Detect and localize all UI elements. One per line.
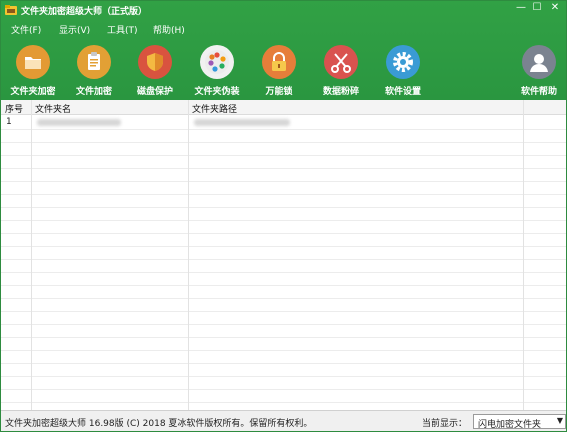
display-select-value: 闪电加密文件夹 bbox=[478, 420, 542, 430]
row-divider bbox=[1, 389, 566, 390]
menu-view[interactable]: 显示(V) bbox=[59, 23, 90, 36]
titlebar: 文件夹加密超级大师（正式版） — ☐ ✕ bbox=[1, 1, 566, 19]
colorwheel-icon bbox=[200, 45, 234, 79]
help-button[interactable]: 软件帮助 bbox=[507, 43, 567, 99]
copyright-text: 文件夹加密超级大师 16.98版 (C) 2018 夏冰软件版权所有。保留所有权… bbox=[5, 419, 313, 429]
status-bar: 文件夹加密超级大师 16.98版 (C) 2018 夏冰软件版权所有。保留所有权… bbox=[1, 410, 566, 431]
toolbar: 文件夹加密 文件加密 磁盘保护 文件夹伪装 万能锁 数据粉碎 软件设置 软件帮助 bbox=[1, 43, 566, 99]
menu-tools[interactable]: 工具(T) bbox=[107, 23, 138, 36]
column-divider bbox=[31, 100, 32, 418]
display-label: 当前显示： bbox=[422, 419, 468, 429]
app-logo-icon bbox=[5, 5, 17, 15]
row-divider bbox=[1, 142, 566, 143]
settings-button[interactable]: 软件设置 bbox=[371, 43, 435, 99]
row-divider bbox=[1, 246, 566, 247]
settings-label: 软件设置 bbox=[384, 87, 421, 97]
row-divider bbox=[1, 233, 566, 234]
row-index: 1 bbox=[6, 117, 12, 127]
row-path-blurred bbox=[194, 119, 290, 126]
row-name-blurred bbox=[37, 119, 121, 126]
gear-icon bbox=[386, 45, 420, 79]
minimize-button[interactable]: — bbox=[513, 1, 529, 17]
maximize-button[interactable]: ☐ bbox=[529, 1, 545, 17]
column-header-path[interactable]: 文件夹路径 bbox=[192, 102, 237, 115]
window-title: 文件夹加密超级大师（正式版） bbox=[21, 7, 148, 17]
column-header-index[interactable]: 序号 bbox=[5, 102, 23, 115]
menu-help[interactable]: 帮助(H) bbox=[153, 23, 185, 36]
chevron-down-icon: ▼ bbox=[556, 416, 563, 425]
app-window: 文件夹加密超级大师（正式版） — ☐ ✕ 文件(F) 显示(V) 工具(T) 帮… bbox=[0, 0, 567, 432]
folder-icon bbox=[16, 45, 50, 79]
row-divider bbox=[1, 129, 566, 130]
row-divider bbox=[1, 337, 566, 338]
help-label: 软件帮助 bbox=[520, 87, 557, 97]
row-divider bbox=[1, 363, 566, 364]
close-button[interactable]: ✕ bbox=[545, 1, 565, 17]
scissors-icon bbox=[324, 45, 358, 79]
header: 文件夹加密超级大师（正式版） — ☐ ✕ 文件(F) 显示(V) 工具(T) 帮… bbox=[1, 1, 566, 100]
user-icon bbox=[522, 45, 556, 79]
folder-table: 序号 文件夹名 文件夹路径 1 bbox=[1, 100, 566, 418]
row-divider bbox=[1, 285, 566, 286]
row-divider bbox=[1, 402, 566, 403]
clipboard-icon bbox=[77, 45, 111, 79]
row-divider bbox=[1, 376, 566, 377]
shield-icon bbox=[138, 45, 172, 79]
row-divider bbox=[1, 350, 566, 351]
table-row[interactable]: 1 bbox=[1, 116, 566, 129]
column-header-name[interactable]: 文件夹名 bbox=[35, 102, 71, 115]
row-divider bbox=[1, 298, 566, 299]
row-divider bbox=[1, 207, 566, 208]
menu-file[interactable]: 文件(F) bbox=[11, 23, 41, 36]
column-divider bbox=[523, 100, 524, 418]
menu-bar: 文件(F) 显示(V) 工具(T) 帮助(H) bbox=[1, 21, 566, 37]
row-divider bbox=[1, 311, 566, 312]
table-header: 序号 文件夹名 文件夹路径 bbox=[1, 100, 566, 115]
row-divider bbox=[1, 155, 566, 156]
display-select[interactable]: 闪电加密文件夹 ▼ bbox=[473, 414, 566, 430]
row-divider bbox=[1, 168, 566, 169]
column-divider bbox=[188, 100, 189, 418]
row-divider bbox=[1, 324, 566, 325]
row-divider bbox=[1, 259, 566, 260]
row-divider bbox=[1, 181, 566, 182]
lock-icon bbox=[262, 45, 296, 79]
row-divider bbox=[1, 220, 566, 221]
row-divider bbox=[1, 272, 566, 273]
row-divider bbox=[1, 194, 566, 195]
